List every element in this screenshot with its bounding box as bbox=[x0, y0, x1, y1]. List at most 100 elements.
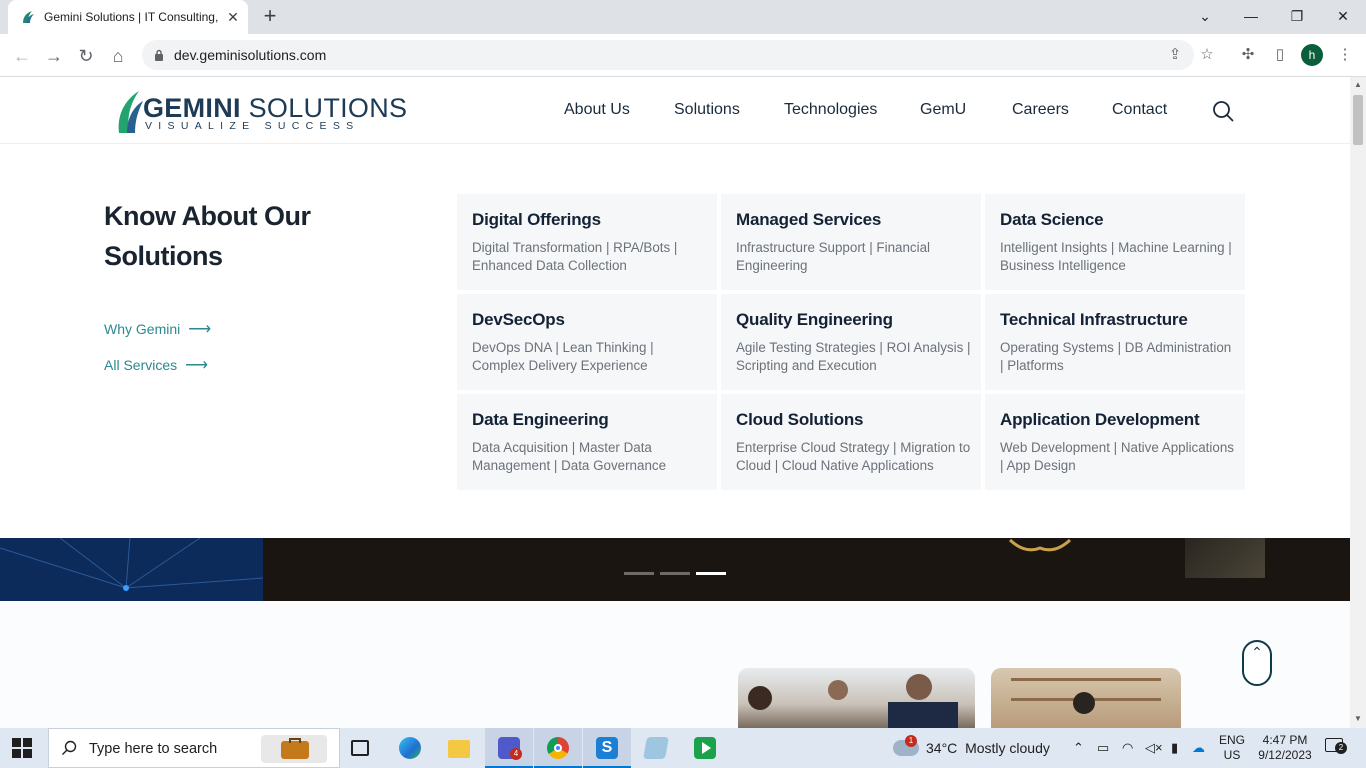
notepad-icon[interactable] bbox=[632, 728, 680, 768]
briefcase-icon[interactable] bbox=[261, 735, 327, 763]
tray-chevron-up-icon[interactable]: ⌃ bbox=[1073, 740, 1084, 756]
web-page: GEMINI SOLUTIONS VISUALIZE SUCCESS About… bbox=[0, 77, 1350, 728]
solution-card-data-science[interactable]: Data Science Intelligent Insights | Mach… bbox=[985, 194, 1245, 290]
profile-avatar[interactable]: h bbox=[1301, 44, 1323, 66]
address-bar[interactable]: dev.geminisolutions.com ⇪ ☆ bbox=[142, 40, 1214, 70]
onedrive-cloud-icon[interactable]: ☁ bbox=[1192, 740, 1205, 756]
nav-contact[interactable]: Contact bbox=[1112, 101, 1167, 119]
scroll-down-arrow-icon[interactable]: ▼ bbox=[1354, 715, 1362, 723]
system-clock[interactable]: 4:47 PM 9/12/2023 bbox=[1255, 733, 1315, 763]
window-close-icon[interactable]: ✕ bbox=[1329, 4, 1357, 28]
wifi-icon[interactable]: ◠ bbox=[1122, 740, 1133, 756]
card-description: Enterprise Cloud Strategy | Migration to… bbox=[736, 440, 971, 473]
slider-dot[interactable] bbox=[660, 572, 690, 575]
solution-card-digital-offerings[interactable]: Digital Offerings Digital Transformation… bbox=[457, 194, 717, 290]
logo-leaf-icon bbox=[118, 91, 143, 133]
file-explorer-icon[interactable] bbox=[435, 728, 483, 768]
card-description: Web Development | Native Applications | … bbox=[1000, 440, 1234, 473]
taskbar-search-placeholder: Type here to search bbox=[89, 741, 218, 757]
solution-card-managed-services[interactable]: Managed Services Infrastructure Support … bbox=[721, 194, 981, 290]
gemini-logo[interactable]: GEMINI SOLUTIONS VISUALIZE SUCCESS bbox=[115, 85, 407, 137]
side-panel-icon[interactable]: ▯ bbox=[1269, 44, 1291, 66]
all-services-link[interactable]: All Services ⟶ bbox=[104, 355, 208, 375]
share-icon[interactable]: ⇪ bbox=[1166, 46, 1184, 64]
card-title: Managed Services bbox=[736, 210, 882, 229]
solution-card-quality-engineering[interactable]: Quality Engineering Agile Testing Strate… bbox=[721, 294, 981, 390]
tab-search-chevron-icon[interactable]: ⌄ bbox=[1191, 4, 1219, 28]
why-gemini-link[interactable]: Why Gemini ⟶ bbox=[104, 319, 211, 339]
solution-card-technical-infrastructure[interactable]: Technical Infrastructure Operating Syste… bbox=[985, 294, 1245, 390]
url-text: dev.geminisolutions.com bbox=[174, 47, 327, 63]
laurel-icon bbox=[1008, 538, 1072, 552]
task-view-icon[interactable] bbox=[336, 728, 384, 768]
extensions-puzzle-icon[interactable]: ✣ bbox=[1237, 44, 1259, 66]
minimize-icon[interactable]: — bbox=[1237, 4, 1265, 28]
new-tab-icon[interactable]: + bbox=[258, 5, 282, 29]
search-icon[interactable] bbox=[1212, 100, 1234, 122]
chevron-up-icon: ⌃ bbox=[1251, 644, 1263, 660]
card-title: Cloud Solutions bbox=[736, 410, 864, 429]
browser-tab[interactable]: Gemini Solutions | IT Consulting, ✕ bbox=[8, 0, 248, 34]
scrollbar-thumb[interactable] bbox=[1353, 95, 1363, 145]
logo-tagline: VISUALIZE SUCCESS bbox=[145, 120, 360, 132]
nav-solutions[interactable]: Solutions bbox=[674, 101, 740, 119]
volume-muted-icon[interactable]: ◁× bbox=[1145, 740, 1163, 756]
card-title: Data Engineering bbox=[472, 410, 609, 429]
card-description: Intelligent Insights | Machine Learning … bbox=[1000, 240, 1232, 273]
scroll-to-top-button[interactable]: ⌃ bbox=[1242, 640, 1272, 686]
windows-taskbar: Type here to search 4 S 1 34°C Mostly cl… bbox=[0, 728, 1366, 768]
scroll-up-arrow-icon[interactable]: ▲ bbox=[1354, 81, 1362, 89]
battery-icon[interactable]: ▭ bbox=[1097, 740, 1109, 756]
reload-icon[interactable]: ↻ bbox=[74, 44, 98, 68]
chrome-icon[interactable] bbox=[534, 728, 582, 768]
mega-menu-heading: Know About Our Solutions bbox=[104, 201, 311, 271]
lock-icon bbox=[155, 49, 163, 61]
arrow-right-icon: ⟶ bbox=[188, 321, 212, 338]
teams-icon[interactable]: 4 bbox=[485, 728, 533, 768]
solution-card-data-engineering[interactable]: Data Engineering Data Acquisition | Mast… bbox=[457, 394, 717, 490]
card-title: Quality Engineering bbox=[736, 310, 893, 329]
app-s-icon[interactable]: S bbox=[583, 728, 631, 768]
weather-text: 34°C Mostly cloudy bbox=[926, 740, 1050, 756]
card-description: Agile Testing Strategies | ROI Analysis … bbox=[736, 340, 971, 373]
restore-icon[interactable]: ❐ bbox=[1283, 4, 1311, 28]
card-description: Digital Transformation | RPA/Bots | Enha… bbox=[472, 240, 678, 273]
windows-start-icon[interactable] bbox=[12, 738, 32, 758]
nav-about-us[interactable]: About Us bbox=[564, 101, 630, 119]
card-title: Data Science bbox=[1000, 210, 1104, 229]
clock-date: 9/12/2023 bbox=[1258, 748, 1312, 762]
edge-browser-icon[interactable] bbox=[386, 728, 434, 768]
language-indicator[interactable]: ENG US bbox=[1216, 733, 1248, 763]
card-description: Infrastructure Support | Financial Engin… bbox=[736, 240, 931, 273]
slider-dot[interactable] bbox=[696, 572, 726, 575]
browser-toolbar: ← → ↻ ⌂ dev.geminisolutions.com ⇪ ☆ ✣ ▯ … bbox=[0, 34, 1366, 77]
media-player-icon[interactable] bbox=[681, 728, 729, 768]
network-lines-decoration bbox=[0, 538, 263, 591]
forward-icon[interactable]: → bbox=[42, 44, 66, 68]
site-header: GEMINI SOLUTIONS VISUALIZE SUCCESS About… bbox=[0, 77, 1350, 144]
slider-dot[interactable] bbox=[624, 572, 654, 575]
home-icon[interactable]: ⌂ bbox=[106, 44, 130, 68]
tab-close-icon[interactable]: ✕ bbox=[224, 8, 242, 26]
microphone-icon[interactable]: ▮ bbox=[1171, 740, 1178, 756]
hero-network-image bbox=[0, 538, 263, 601]
card-description: DevOps DNA | Lean Thinking | Complex Del… bbox=[472, 340, 654, 373]
bookmark-star-icon[interactable]: ☆ bbox=[1198, 46, 1216, 64]
teams-badge: 4 bbox=[510, 748, 522, 760]
solution-card-cloud-solutions[interactable]: Cloud Solutions Enterprise Cloud Strateg… bbox=[721, 394, 981, 490]
solution-card-application-development[interactable]: Application Development Web Development … bbox=[985, 394, 1245, 490]
notification-center-icon[interactable]: 2 bbox=[1325, 738, 1347, 756]
nav-technologies[interactable]: Technologies bbox=[784, 101, 877, 119]
back-icon[interactable]: ← bbox=[10, 44, 34, 68]
taskbar-search-box[interactable]: Type here to search bbox=[48, 728, 340, 768]
nav-gemu[interactable]: GemU bbox=[920, 101, 966, 119]
page-scrollbar[interactable]: ▲ ▼ bbox=[1350, 77, 1366, 728]
solution-card-devsecops[interactable]: DevSecOps DevOps DNA | Lean Thinking | C… bbox=[457, 294, 717, 390]
intro-section: ⌃ bbox=[0, 601, 1350, 728]
weather-badge: 1 bbox=[905, 735, 917, 747]
hero-banner bbox=[0, 538, 1350, 601]
weather-widget[interactable]: 1 34°C Mostly cloudy bbox=[893, 735, 1058, 760]
nav-careers[interactable]: Careers bbox=[1012, 101, 1069, 119]
tab-title: Gemini Solutions | IT Consulting, bbox=[44, 10, 219, 24]
browser-menu-icon[interactable]: ⋮ bbox=[1334, 44, 1356, 66]
